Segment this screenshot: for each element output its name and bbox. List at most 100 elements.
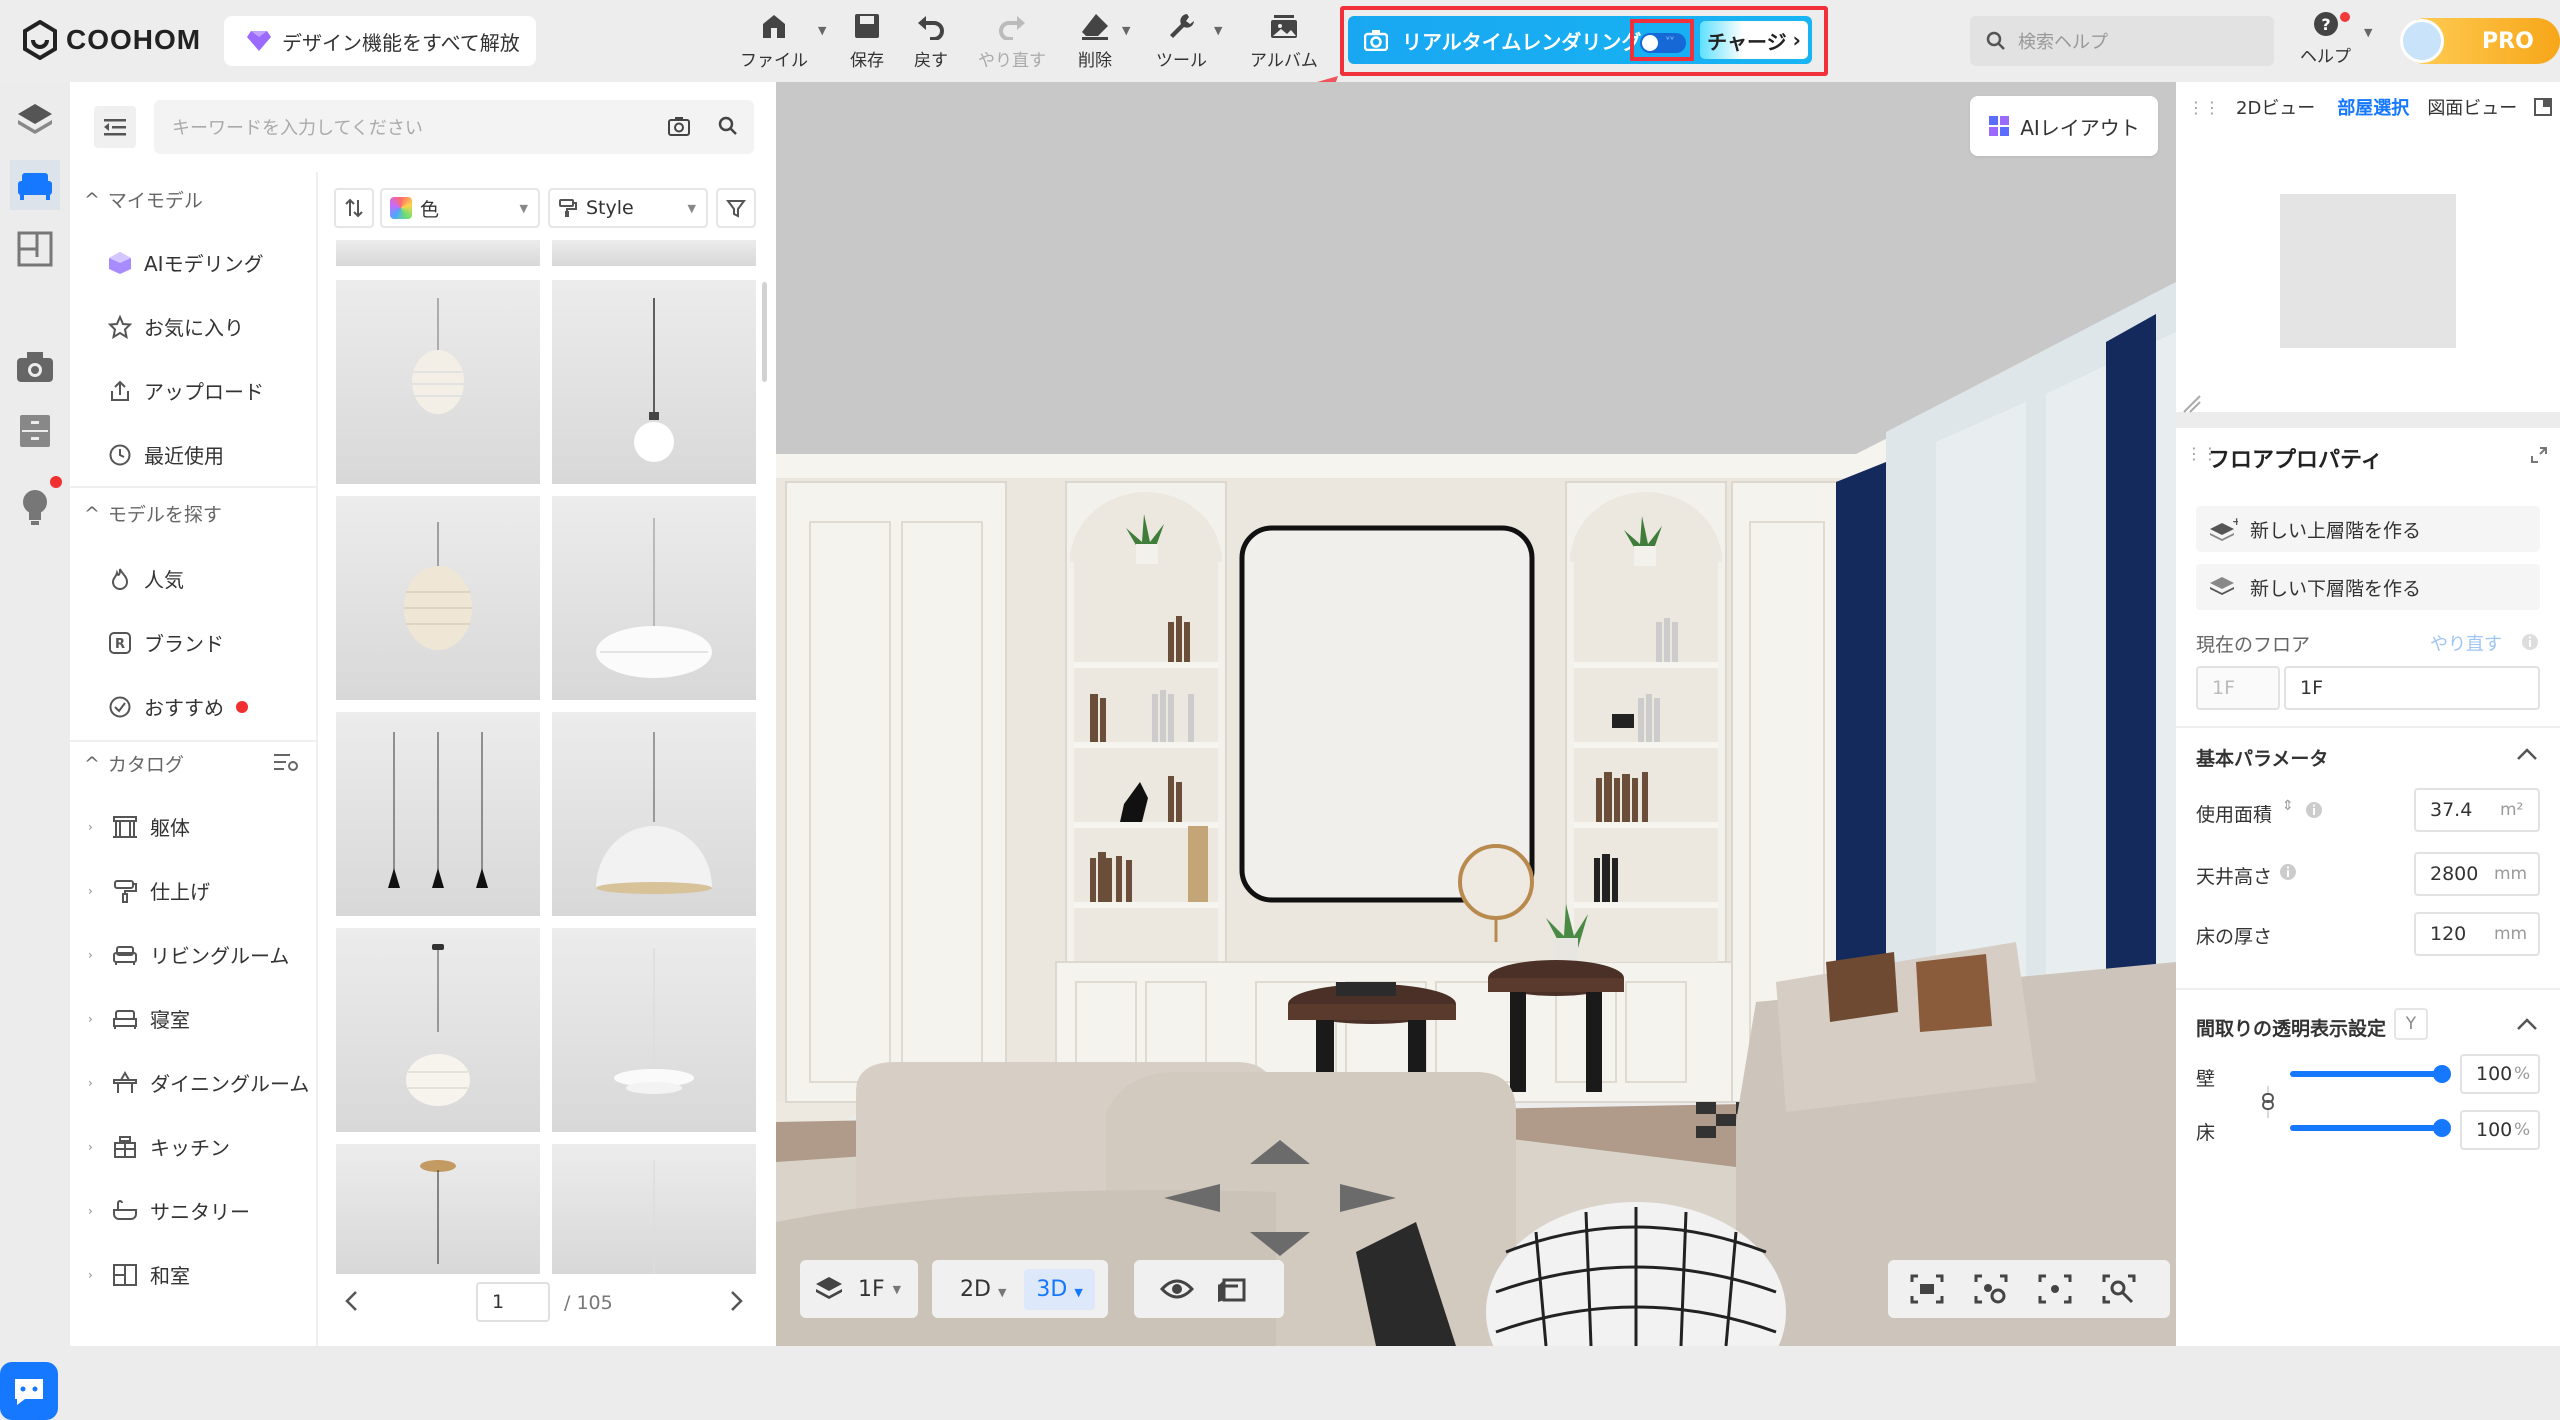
wall-opacity-knob[interactable] — [2433, 1065, 2451, 1083]
sort-button[interactable] — [334, 188, 374, 228]
link-chain-icon[interactable] — [2260, 1086, 2276, 1118]
next-page-icon[interactable] — [728, 1290, 744, 1312]
delete-dropdown-icon[interactable]: ▼ — [1122, 24, 1130, 37]
tab-room-select[interactable]: 部屋選択 — [2337, 94, 2409, 120]
rail-camera[interactable] — [10, 342, 60, 392]
mode-3d-button[interactable]: 3D ▼ — [1024, 1268, 1095, 1310]
model-thumbnail[interactable] — [552, 712, 756, 916]
charge-button[interactable]: チャージ › — [1700, 21, 1808, 59]
model-thumbnail[interactable] — [336, 1144, 540, 1274]
model-thumbnail[interactable] — [552, 496, 756, 700]
prev-page-icon[interactable] — [344, 1290, 360, 1312]
sidebar-item-living-room[interactable]: › リビングルーム — [88, 940, 289, 969]
rail-storage[interactable] — [10, 406, 60, 456]
section-catalog[interactable]: ^ カタログ — [84, 750, 184, 777]
3d-box-icon[interactable] — [1216, 1274, 1248, 1304]
catalog-settings-icon[interactable] — [274, 752, 298, 772]
chevron-up-icon[interactable] — [2516, 1016, 2538, 1032]
section-my-model[interactable]: ^ マイモデル — [84, 186, 203, 213]
unlock-features-button[interactable]: デザイン機能をすべて解放 — [224, 16, 536, 66]
model-thumbnail[interactable] — [552, 240, 756, 266]
minimap-room[interactable] — [2280, 194, 2456, 348]
search-help-input[interactable]: 検索ヘルプ — [1970, 16, 2274, 66]
drag-handle-icon[interactable]: ⋮⋮ — [2188, 98, 2220, 117]
sidebar-item-ai-modeling[interactable]: AIモデリング — [108, 248, 264, 277]
sidebar-item-recent[interactable]: 最近使用 — [108, 440, 224, 469]
model-thumbnail[interactable] — [336, 928, 540, 1132]
section-find-model[interactable]: ^ モデルを探す — [84, 500, 222, 527]
color-filter-select[interactable]: 色 ▼ — [380, 188, 540, 228]
app-logo[interactable]: COOHOM — [22, 18, 201, 62]
focus-frame-icon[interactable] — [2038, 1274, 2072, 1304]
model-thumbnail[interactable] — [336, 280, 540, 484]
tools-menu[interactable]: ツール — [1156, 12, 1207, 72]
search-icon[interactable] — [718, 116, 738, 136]
avatar[interactable] — [2400, 19, 2444, 63]
advanced-filter-button[interactable] — [716, 188, 756, 228]
image-search-icon[interactable] — [668, 116, 690, 136]
chat-support-button[interactable] — [0, 1362, 58, 1420]
nav-left-icon[interactable] — [1164, 1184, 1220, 1212]
sidebar-item-finishing[interactable]: › 仕上げ — [88, 876, 210, 905]
zoom-view-icon[interactable] — [2102, 1274, 2136, 1304]
floor-opacity-knob[interactable] — [2433, 1119, 2451, 1137]
new-upper-floor-button[interactable]: + 新しい上層階を作る — [2196, 506, 2540, 552]
sidebar-item-kitchen[interactable]: › キッチン — [88, 1132, 230, 1161]
pro-account-button[interactable]: PRO — [2400, 18, 2560, 64]
model-thumbnail[interactable] — [552, 928, 756, 1132]
expand-panel-icon[interactable] — [2533, 97, 2553, 117]
chevron-up-icon[interactable] — [2516, 746, 2538, 762]
collapse-panel-button[interactable] — [94, 106, 136, 148]
rail-layers[interactable] — [10, 94, 60, 144]
album-button[interactable]: アルバム — [1250, 12, 1318, 72]
nav-right-icon[interactable] — [1340, 1184, 1396, 1212]
floor-name-input[interactable]: 1F — [2284, 666, 2540, 710]
grid-scrollbar[interactable] — [762, 282, 767, 382]
sidebar-item-recommended[interactable]: おすすめ — [108, 692, 248, 721]
save-button[interactable]: 保存 — [850, 12, 884, 72]
sidebar-item-upload[interactable]: アップロード — [108, 376, 264, 405]
model-thumbnail[interactable] — [552, 1144, 756, 1274]
tab-drawing-view[interactable]: 図面ビュー — [2427, 94, 2517, 120]
snapshot-icon[interactable] — [1910, 1274, 1944, 1304]
sidebar-item-brand[interactable]: R ブランド — [108, 628, 224, 657]
floor-selector[interactable]: 1F ▼ — [800, 1260, 918, 1318]
page-number-input[interactable]: 1 — [476, 1282, 550, 1322]
model-thumbnail[interactable] — [336, 496, 540, 700]
style-filter-select[interactable]: Style ▼ — [548, 188, 708, 228]
model-thumbnail[interactable] — [336, 712, 540, 916]
sidebar-item-dining-room[interactable]: › ダイニングルーム — [88, 1068, 309, 1097]
model-search-input[interactable]: キーワードを入力してください — [154, 100, 754, 154]
model-thumbnail[interactable] — [552, 280, 756, 484]
eye-icon[interactable] — [1160, 1277, 1194, 1301]
sidebar-item-favorites[interactable]: お気に入り — [108, 312, 244, 341]
realtime-render-button[interactable]: リアルタイムレンダリング ᵛᵛ チャージ › — [1348, 16, 1812, 64]
sidebar-item-sanitary[interactable]: › サニタリー — [88, 1196, 250, 1225]
sort-toggle-icon[interactable]: ⇕ — [2282, 798, 2294, 814]
expand-icon[interactable] — [2530, 446, 2548, 464]
undo-button[interactable]: 戻す — [914, 12, 948, 72]
sidebar-item-bedroom[interactable]: › 寝室 — [88, 1004, 190, 1033]
model-thumbnail[interactable] — [336, 240, 540, 266]
tab-2d-view[interactable]: 2Dビュー — [2236, 94, 2315, 120]
help-dropdown-icon[interactable]: ▼ — [2364, 26, 2372, 39]
floor-redo-link[interactable]: やり直す — [2430, 630, 2502, 656]
file-menu[interactable]: ファイル — [740, 12, 808, 72]
tools-dropdown-icon[interactable]: ▼ — [1214, 24, 1222, 37]
new-lower-floor-button[interactable]: 新しい下層階を作る — [2196, 564, 2540, 610]
sidebar-item-japanese-room[interactable]: › 和室 — [88, 1260, 190, 1289]
nav-down-icon[interactable] — [1250, 1232, 1310, 1256]
file-dropdown-icon[interactable]: ▼ — [818, 24, 826, 37]
delete-button[interactable]: 削除 — [1078, 12, 1112, 72]
resize-handle-icon[interactable] — [2180, 392, 2202, 414]
ai-layout-button[interactable]: AIレイアウト — [1970, 96, 2158, 156]
camera-settings-icon[interactable] — [1974, 1274, 2008, 1304]
sidebar-item-popular[interactable]: 人気 — [108, 564, 184, 593]
rail-floorplan[interactable] — [10, 224, 60, 274]
realtime-render-toggle[interactable]: ᵛᵛ — [1640, 33, 1686, 53]
3d-viewport[interactable] — [776, 82, 2176, 1346]
rail-lighting[interactable] — [10, 476, 62, 532]
redo-button[interactable]: やり直す — [978, 12, 1046, 72]
sidebar-item-structure[interactable]: › 躯体 — [88, 812, 190, 841]
mode-2d-button[interactable]: 2D ▼ — [960, 1277, 1006, 1302]
